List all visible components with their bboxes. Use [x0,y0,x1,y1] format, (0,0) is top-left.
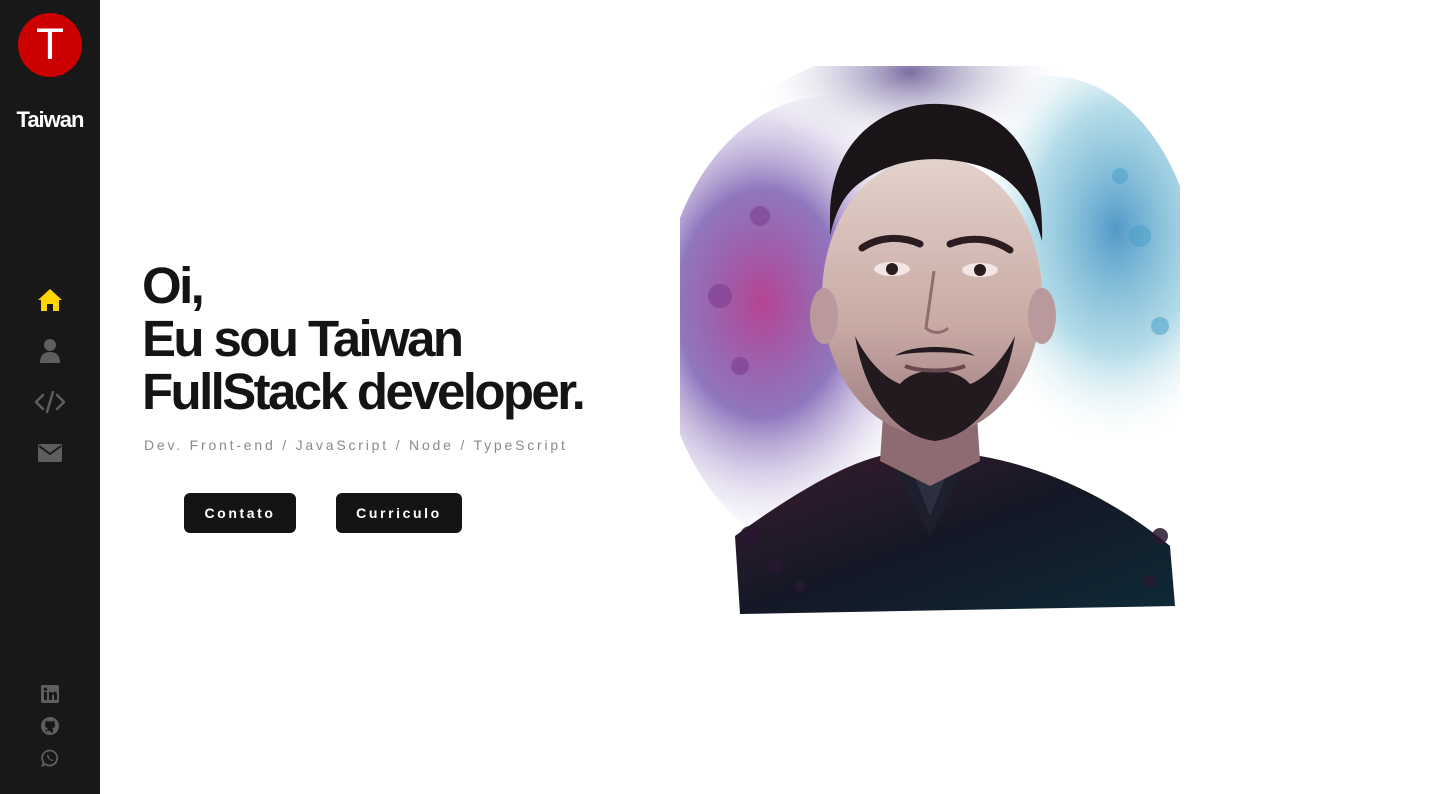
greeting: Oi, [142,257,205,314]
nav-about[interactable] [34,337,66,365]
nav-home[interactable] [34,286,66,314]
sidebar: T Taiwan [0,0,100,794]
portrait-image [680,66,1180,614]
intro-name: Eu sou Taiwan [142,310,464,367]
contact-button[interactable]: Contato [184,493,296,533]
resume-button[interactable]: Curriculo [336,493,462,533]
linkedin-link[interactable] [40,684,60,704]
whatsapp-link[interactable] [40,748,60,768]
github-icon [41,717,59,735]
github-link[interactable] [40,716,60,736]
logo-letter: T [37,20,63,69]
user-icon [40,339,60,363]
role: FullStack developer. [142,363,586,420]
nav-contact[interactable] [34,439,66,467]
hero-title: Oi, Eu sou Taiwan FullStack developer. [142,257,586,420]
whatsapp-icon [41,749,59,767]
linkedin-icon [41,685,59,703]
code-icon [34,390,66,414]
skills-subtitle: Dev. Front-end / JavaScript / Node / Typ… [144,437,568,453]
logo-name[interactable]: Taiwan [0,107,100,133]
nav-projects[interactable] [34,388,66,416]
logo-badge[interactable]: T [18,13,82,77]
home-icon [38,289,62,311]
envelope-icon [38,444,62,462]
